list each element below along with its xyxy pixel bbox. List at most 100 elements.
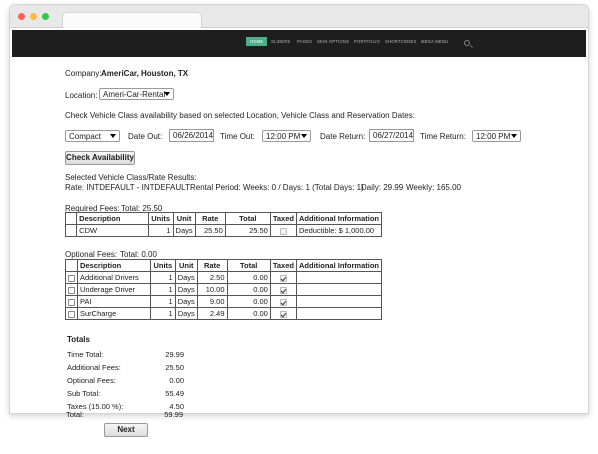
table-header-cell: Taxed [269, 259, 298, 272]
fee-info [296, 307, 382, 320]
table-header-cell: Additional Information [296, 259, 382, 272]
totals-value: 59.99 [164, 410, 183, 419]
table-cell [64, 224, 78, 237]
table-header-cell: Unit [174, 259, 198, 272]
table-header-cell [64, 212, 78, 225]
table-row: Additional Drivers 1 Days 2.50 0.00 [65, 271, 382, 284]
table-row: Underage Driver 1 Days 10.00 0.00 [65, 283, 382, 296]
required-fees-table: Description Units Unit Rate Total Taxed … [64, 212, 382, 237]
taxed-checkbox [279, 310, 287, 318]
fee-rate: 2.50 [196, 271, 228, 284]
table-cell [65, 271, 78, 284]
fee-info: Deductible: $ 1,000.00 [296, 224, 382, 237]
chevron-down-icon [164, 92, 170, 96]
table-header-row: Description Units Unit Rate Total Taxed … [65, 259, 382, 272]
table-cell [269, 283, 298, 296]
totals-value: 55.49 [165, 389, 184, 398]
table-header-row: Description Units Unit Rate Total Taxed … [64, 212, 382, 225]
fee-info [296, 271, 382, 284]
table-row: SurCharge 1 Days 2.49 0.00 [65, 307, 382, 320]
chevron-down-icon [301, 134, 307, 138]
date-out-input[interactable]: 06/26/2014 [169, 129, 214, 142]
fee-units: 1 [149, 295, 176, 308]
totals-label: Additional Fees: [67, 363, 121, 372]
taxed-checkbox [279, 286, 287, 294]
fee-description: PAI [77, 295, 151, 308]
company-label: Company: [65, 69, 102, 78]
table-header-cell: Description [76, 212, 149, 225]
time-return-select[interactable]: 12:00 PM [472, 130, 521, 142]
table-cell [65, 295, 78, 308]
browser-window: HOME SLIDERS PAGES SKIN OPTIONS PORTFOLI… [9, 4, 589, 414]
optional-fees-title: Optional Fees: [65, 250, 118, 259]
fee-description: Additional Drivers [77, 271, 151, 284]
table-header-cell [65, 259, 78, 272]
time-return-label: Time Return: [420, 132, 466, 141]
time-out-label: Time Out: [220, 132, 255, 141]
totals-label: Time Total: [67, 350, 104, 359]
fee-rate: 10.00 [196, 283, 228, 296]
select-checkbox[interactable] [68, 298, 75, 306]
time-out-select[interactable]: 12:00 PM [262, 130, 311, 142]
daily-rate: Daily: 29.99 [361, 183, 404, 192]
date-return-value: 06/27/2014 [373, 131, 414, 140]
table-header-cell: Units [149, 259, 176, 272]
fee-unit: Days [172, 224, 196, 237]
fee-units: 1 [149, 271, 176, 284]
table-cell [269, 271, 298, 284]
results-heading: Selected Vehicle Class/Rate Results: [65, 173, 197, 182]
table-header-cell: Unit [172, 212, 196, 225]
time-return-value: 12:00 PM [476, 132, 511, 141]
fee-total: 0.00 [226, 271, 271, 284]
totals-label: Optional Fees: [67, 376, 116, 385]
table-row: CDW 1 Days 25.50 25.50 Deductible: $ 1,0… [64, 224, 382, 237]
select-checkbox[interactable] [68, 310, 75, 318]
fee-info [296, 283, 382, 296]
table-header-cell: Taxed [269, 212, 298, 225]
select-checkbox[interactable] [68, 274, 75, 282]
next-button[interactable]: Next [104, 423, 148, 437]
fee-unit: Days [174, 283, 198, 296]
table-header-cell: Rate [194, 212, 226, 225]
table-header-cell: Additional Information [296, 212, 382, 225]
table-header-cell: Description [77, 259, 151, 272]
fee-info [296, 295, 382, 308]
totals-value: 29.99 [165, 350, 184, 359]
table-row: PAI 1 Days 9.00 0.00 [65, 295, 382, 308]
reservation-form: Company: AmeriCar, Houston, TX Location:… [10, 5, 588, 413]
fee-unit: Days [174, 295, 198, 308]
rate-line: Rate: INTDEFAULT - INTDEFAULT [65, 183, 190, 192]
date-out-label: Date Out: [128, 132, 163, 141]
totals-label: Total: [66, 410, 84, 419]
weekly-rate: Weekly: 165.00 [406, 183, 461, 192]
optional-fees-total: Total: 0.00 [120, 250, 157, 259]
totals-value: 0.00 [169, 376, 184, 385]
location-label: Location: [65, 91, 98, 100]
table-header-cell: Rate [196, 259, 228, 272]
fee-total: 0.00 [226, 283, 271, 296]
taxed-checkbox [279, 274, 287, 282]
date-return-label: Date Return: [320, 132, 366, 141]
date-out-value: 06/26/2014 [173, 131, 214, 140]
check-availability-button[interactable]: Check Availability [65, 151, 135, 165]
table-cell [65, 307, 78, 320]
vehicle-class-select[interactable]: Compact [65, 130, 120, 142]
fee-units: 1 [149, 283, 176, 296]
company-value: AmeriCar, Houston, TX [101, 69, 189, 78]
taxed-checkbox [279, 227, 287, 235]
fee-rate: 2.49 [196, 307, 228, 320]
table-header-cell: Units [147, 212, 174, 225]
select-checkbox[interactable] [68, 286, 75, 294]
table-cell [269, 295, 298, 308]
totals-label: Sub Total: [67, 389, 101, 398]
chevron-down-icon [110, 134, 116, 138]
fee-description: Underage Driver [77, 283, 151, 296]
location-select[interactable]: Ameri-Car-Rental [99, 88, 174, 100]
date-return-input[interactable]: 06/27/2014 [369, 129, 414, 142]
time-out-value: 12:00 PM [266, 132, 301, 141]
totals-value: 25.50 [165, 363, 184, 372]
fee-units: 1 [147, 224, 174, 237]
fee-total: 0.00 [226, 295, 271, 308]
table-header-cell: Total [226, 259, 271, 272]
rental-period: Rental Period: Weeks: 0 / Days: 1 (Total… [190, 183, 364, 192]
